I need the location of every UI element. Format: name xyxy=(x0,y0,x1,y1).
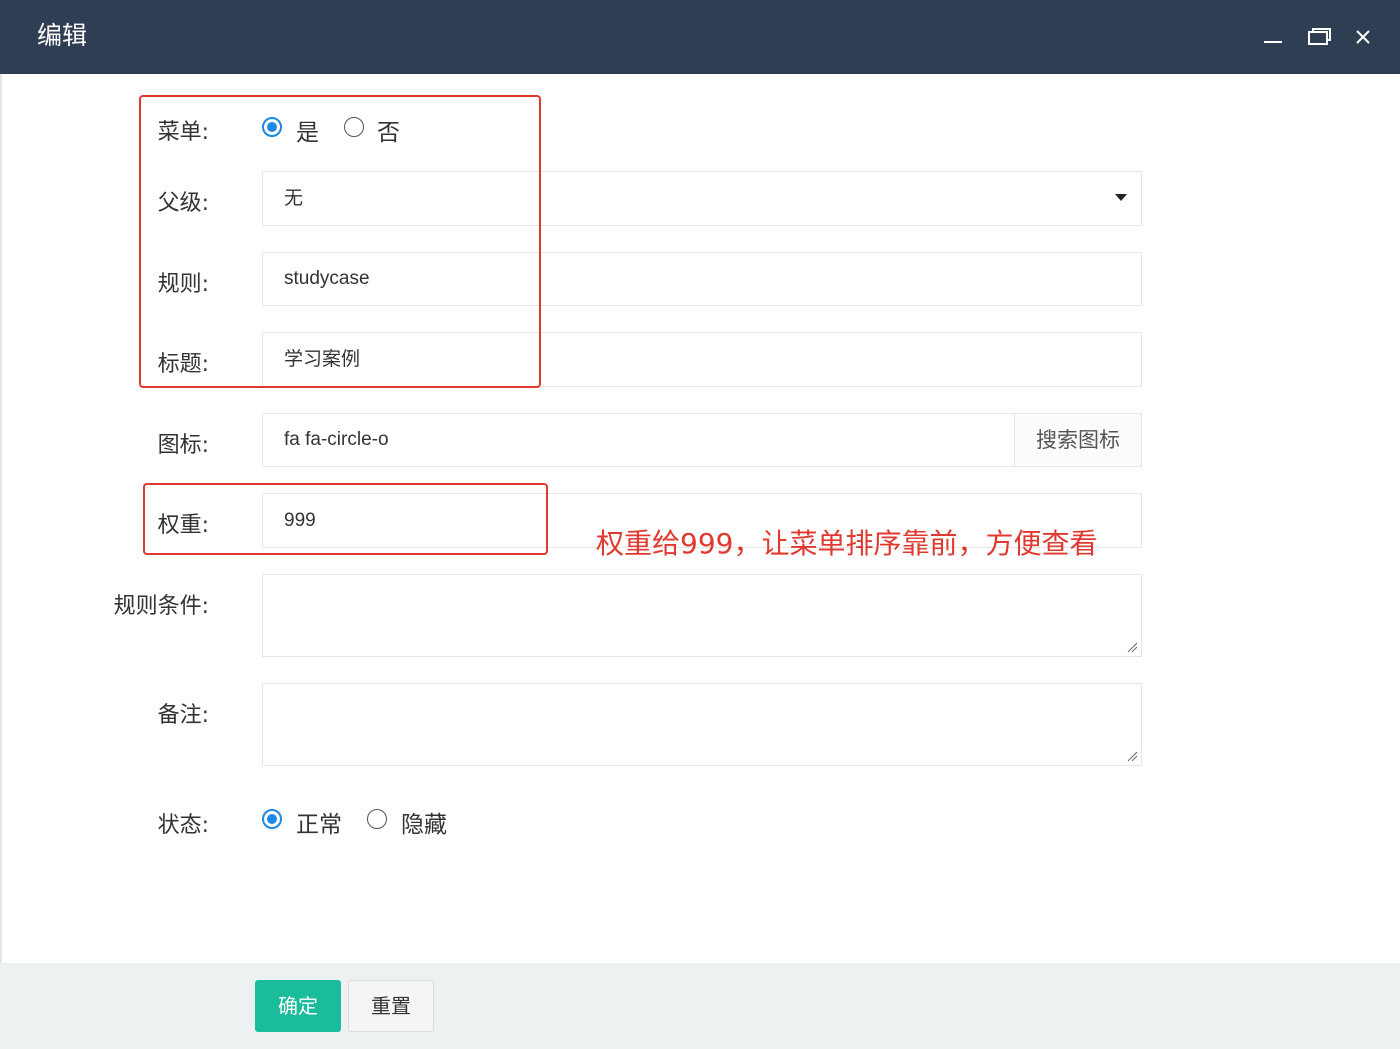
menu-label: 菜单: xyxy=(157,120,209,145)
rule-input[interactable]: studycase xyxy=(262,252,1142,306)
status-radio-hidden-label[interactable]: 隐藏 xyxy=(401,805,447,839)
title-input[interactable]: 学习案例 xyxy=(262,332,1142,387)
resize-handle-icon[interactable] xyxy=(1126,750,1138,762)
remark-textarea[interactable] xyxy=(262,683,1142,766)
minimize-icon[interactable] xyxy=(1258,22,1288,52)
caret-down-icon xyxy=(1115,194,1127,201)
parent-select[interactable]: 无 xyxy=(262,171,1142,226)
remark-label: 备注: xyxy=(157,703,209,728)
dialog-title: 编辑 xyxy=(37,21,88,50)
status-radio-normal-label[interactable]: 正常 xyxy=(296,805,342,839)
menu-radio-no-label[interactable]: 否 xyxy=(377,113,400,147)
maximize-icon[interactable] xyxy=(1304,22,1334,52)
menu-radio-no[interactable] xyxy=(344,117,364,137)
reset-button[interactable]: 重置 xyxy=(348,980,434,1032)
status-radio-hidden[interactable] xyxy=(367,809,387,829)
dialog-footer: 确定 重置 xyxy=(0,963,1400,1049)
menu-radio-yes-label[interactable]: 是 xyxy=(296,113,319,147)
left-edge xyxy=(0,74,2,1049)
confirm-button[interactable]: 确定 xyxy=(255,980,341,1032)
rule-label: 规则: xyxy=(157,272,209,297)
close-icon[interactable] xyxy=(1348,22,1378,52)
search-icon-button[interactable]: 搜索图标 xyxy=(1014,413,1142,467)
title-label: 标题: xyxy=(157,352,209,377)
condition-label: 规则条件: xyxy=(113,594,209,619)
resize-handle-icon[interactable] xyxy=(1126,641,1138,653)
parent-select-value: 无 xyxy=(284,188,304,209)
icon-input[interactable]: fa fa-circle-o xyxy=(262,413,1015,467)
annotation-text: 权重给999，让菜单排序靠前，方便查看 xyxy=(596,527,1098,560)
status-radio-normal[interactable] xyxy=(262,809,282,829)
icon-label: 图标: xyxy=(157,433,209,458)
parent-label: 父级: xyxy=(157,191,209,216)
dialog-titlebar: 编辑 xyxy=(0,0,1400,74)
weight-label: 权重: xyxy=(157,513,209,538)
condition-textarea[interactable] xyxy=(262,574,1142,657)
status-label: 状态: xyxy=(157,813,209,838)
menu-radio-yes[interactable] xyxy=(262,117,282,137)
